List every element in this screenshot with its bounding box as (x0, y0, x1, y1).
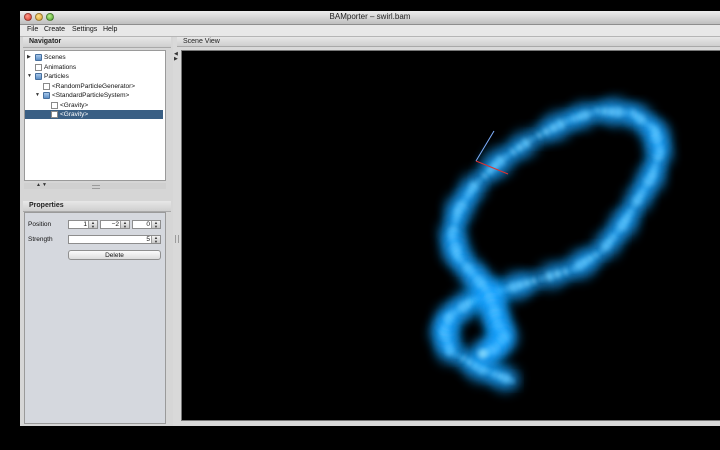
properties-panel: Position 1 ▲ ▼ −2 ▲ ▼ 0 ▲ ▼ Strength 5 ▲ ▼ D… (24, 212, 166, 424)
collapse-arrow-icon[interactable]: ▼ (35, 91, 40, 100)
strength-value: 5 (146, 236, 150, 243)
app-window: BAMporter – swirl.bam File Create Settin… (20, 11, 720, 426)
document-icon (51, 111, 58, 118)
position-label: Position (28, 221, 52, 228)
tree-item-label: <Gravity> (60, 102, 89, 109)
splitter-arrows-icon[interactable]: ▲▼ (36, 182, 48, 188)
strength-label: Strength (28, 236, 53, 243)
splitter-grip-icon[interactable] (92, 185, 100, 189)
particle-trail (431, 98, 672, 392)
position-z-value: 0 (146, 221, 150, 228)
tree-item-label: <RandomParticleGenerator> (52, 83, 136, 90)
tree-item-label: <StandardParticleSystem> (52, 92, 130, 99)
menu-help[interactable]: Help (103, 26, 117, 33)
menu-settings[interactable]: Settings (72, 26, 97, 33)
position-x-value: 1 (83, 221, 87, 228)
position-x-stepper-icon[interactable]: ▲ ▼ (88, 221, 97, 228)
document-icon (35, 64, 42, 71)
left-column: Navigator ▶ Scenes Animations ▼ Particle… (20, 37, 173, 426)
scene-view-canvas[interactable] (181, 50, 720, 421)
panel-splitter[interactable]: ▲▼ (24, 182, 166, 189)
vertical-splitter-grip-icon[interactable] (175, 235, 179, 243)
tree-item-label: Particles (44, 73, 69, 80)
position-x-field[interactable]: 1 ▲ ▼ (68, 220, 98, 229)
folder-icon (43, 92, 50, 99)
menu-bar: File Create Settings Help (20, 25, 720, 37)
tree-item-gravity-selected[interactable]: <Gravity> (25, 110, 163, 119)
title-bar: BAMporter – swirl.bam (20, 11, 720, 25)
document-icon (43, 83, 50, 90)
window-title: BAMporter – swirl.bam (329, 12, 411, 21)
delete-button[interactable]: Delete (68, 250, 161, 260)
tree-item-label: Scenes (44, 54, 66, 61)
strength-field[interactable]: 5 ▲ ▼ (68, 235, 161, 244)
navigator-header: Navigator (23, 37, 171, 48)
position-y-field[interactable]: −2 ▲ ▼ (100, 220, 130, 229)
strength-stepper-icon[interactable]: ▲ ▼ (151, 236, 160, 243)
particle-core (477, 348, 488, 359)
expand-arrow-icon[interactable]: ▶ (27, 53, 31, 62)
menu-file[interactable]: File (27, 26, 38, 33)
collapse-arrow-icon[interactable]: ▼ (27, 72, 32, 81)
vertical-splitter-arrows-icon[interactable]: ◀ ▶ (174, 52, 178, 62)
particle-swirl-render (431, 98, 672, 392)
position-z-stepper-icon[interactable]: ▲ ▼ (151, 221, 160, 228)
position-y-value: −2 (111, 221, 119, 228)
properties-header: Properties (23, 201, 171, 212)
menu-create[interactable]: Create (44, 26, 65, 33)
document-icon (51, 102, 58, 109)
position-z-field[interactable]: 0 ▲ ▼ (132, 220, 161, 229)
tree-item-label: Animations (44, 64, 77, 71)
navigator-tree[interactable]: ▶ Scenes Animations ▼ Particles <RandomP… (24, 50, 166, 181)
folder-icon (35, 73, 42, 80)
tree-item-label: <Gravity> (60, 111, 89, 118)
folder-icon (35, 54, 42, 61)
position-y-stepper-icon[interactable]: ▲ ▼ (120, 221, 129, 228)
vertical-splitter[interactable]: ◀ ▶ (173, 37, 180, 426)
scene-view-header: Scene View (177, 37, 720, 47)
particle-core (531, 278, 537, 284)
